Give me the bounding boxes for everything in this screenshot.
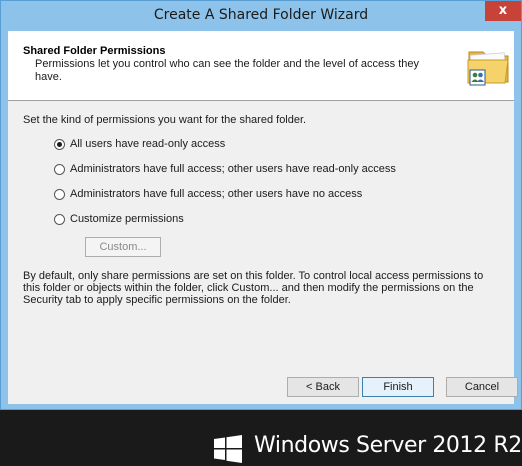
page-title: Shared Folder Permissions: [23, 45, 166, 57]
page-description: Permissions let you control who can see …: [35, 58, 419, 83]
option-read-only[interactable]: All users have read-only access: [54, 136, 225, 152]
cancel-button[interactable]: Cancel: [446, 377, 518, 397]
radio-customize[interactable]: [54, 213, 65, 225]
option-label-customize: Customize permissions: [70, 213, 184, 225]
windows-logo-icon: [214, 435, 242, 463]
branding-footer: Windows Server 2012 R2: [0, 410, 522, 466]
shared-folder-icon: [467, 51, 509, 86]
finish-button[interactable]: Finish: [362, 377, 434, 397]
info-text: By default, only share permissions are s…: [23, 270, 484, 306]
radio-admin-full-others-none[interactable]: [54, 188, 65, 200]
option-label-admin-full-others-read: Administrators have full access; other u…: [70, 163, 396, 175]
windows-server-branding: Windows Server 2012 R2: [254, 433, 522, 458]
window-title: Create A Shared Folder Wizard: [153, 7, 369, 23]
option-label-admin-full-others-none: Administrators have full access; other u…: [70, 188, 363, 200]
radio-read-only[interactable]: [54, 138, 65, 150]
back-button[interactable]: < Back: [287, 377, 359, 397]
radio-admin-full-others-read[interactable]: [54, 163, 65, 175]
title-bar[interactable]: Create A Shared Folder Wizard x: [1, 1, 521, 31]
wizard-body: Shared Folder Permissions Permissions le…: [8, 31, 518, 404]
option-admin-full-others-none[interactable]: Administrators have full access; other u…: [54, 186, 362, 202]
option-label-read-only: All users have read-only access: [70, 138, 226, 150]
custom-button[interactable]: Custom...: [85, 237, 161, 257]
wizard-window: Create A Shared Folder Wizard x Shared F…: [0, 0, 522, 410]
option-admin-full-others-read[interactable]: Administrators have full access; other u…: [54, 161, 396, 177]
close-button[interactable]: x: [485, 1, 521, 21]
permissions-prompt: Set the kind of permissions you want for…: [23, 114, 307, 126]
option-customize[interactable]: Customize permissions: [54, 211, 184, 227]
wizard-header: Shared Folder Permissions Permissions le…: [8, 31, 514, 101]
